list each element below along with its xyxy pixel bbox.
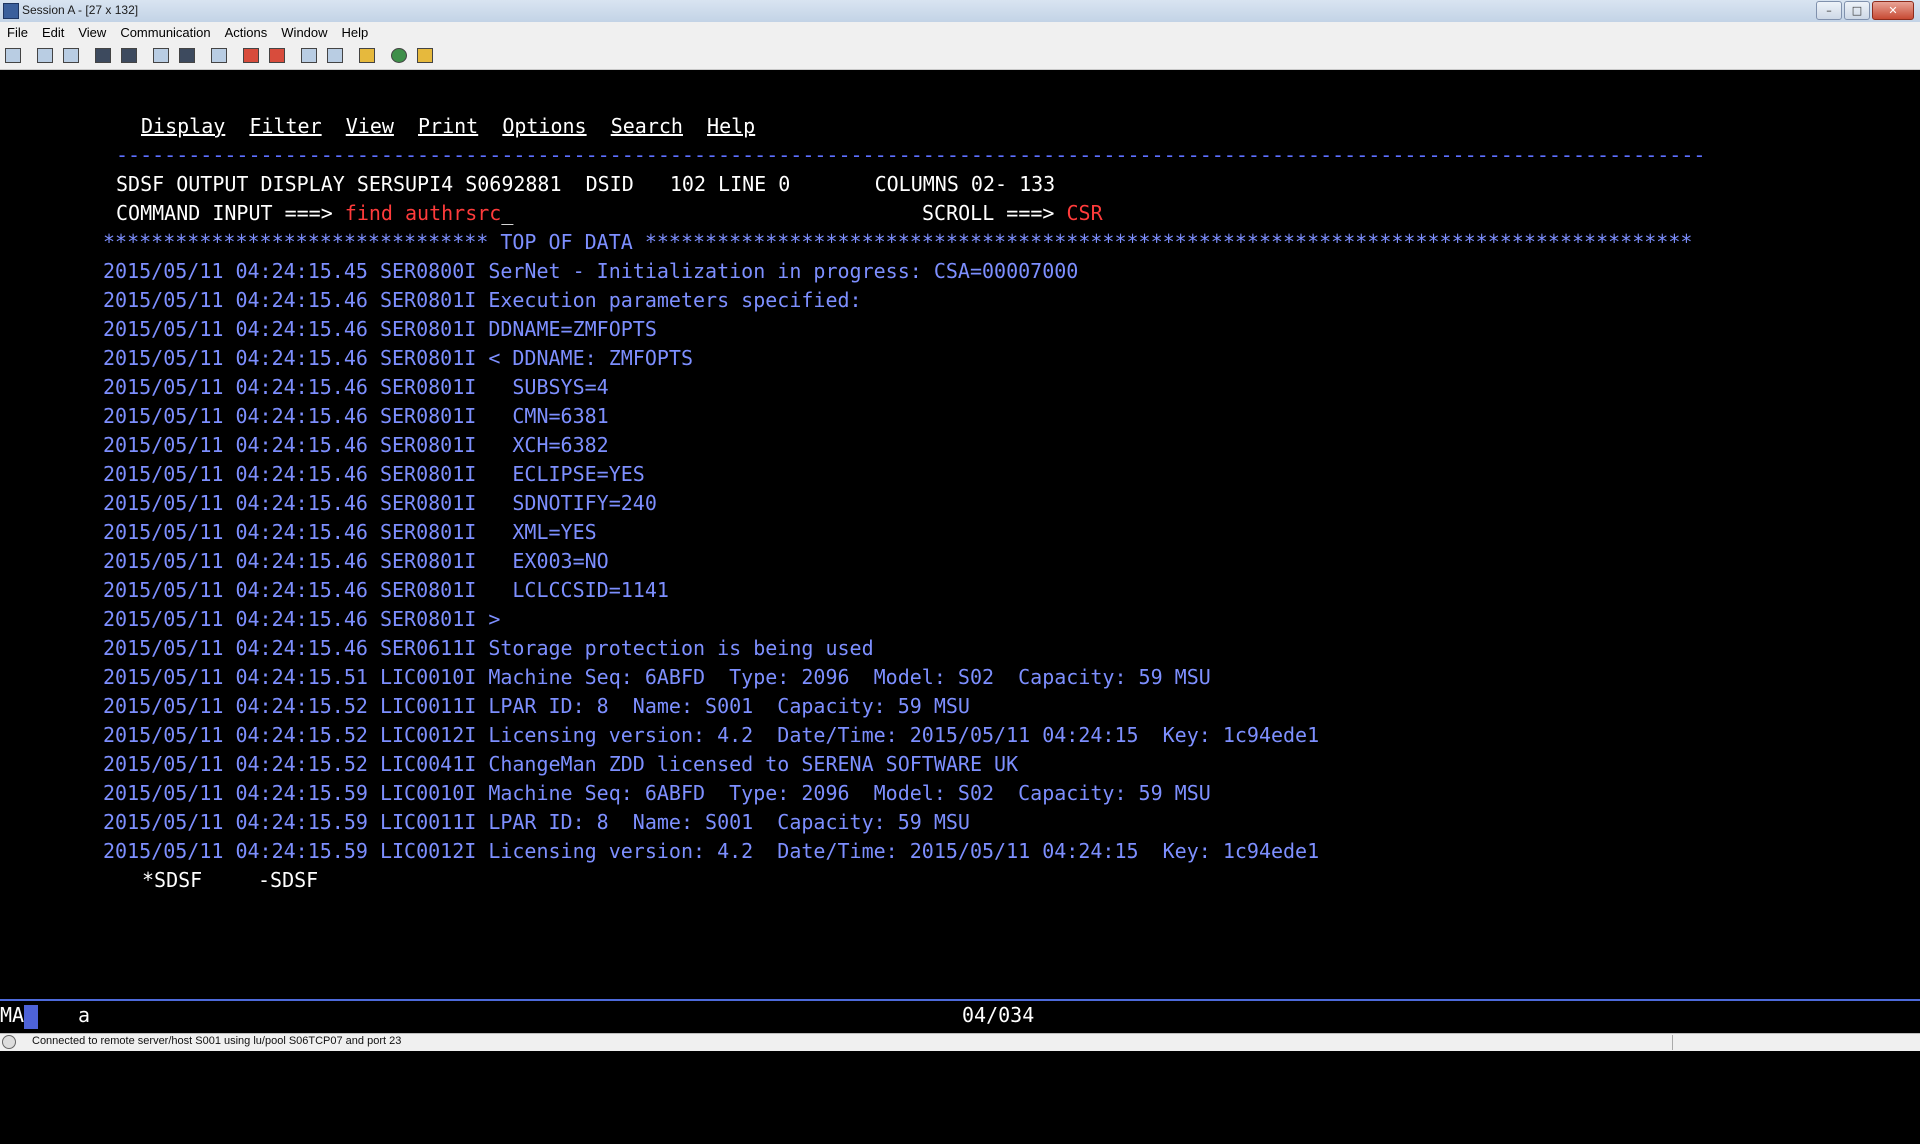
action-display[interactable]: Display xyxy=(141,114,225,138)
toolbar xyxy=(0,42,1920,70)
paste-icon xyxy=(63,48,79,63)
menu-actions[interactable]: Actions xyxy=(218,25,275,40)
command-input[interactable]: find authrsrc xyxy=(345,201,502,225)
title-bar: Session A - [27 x 132] – □ ✕ xyxy=(0,0,1920,23)
macro-play-button[interactable] xyxy=(240,45,262,67)
oia-field: a xyxy=(78,1003,91,1027)
oia-cursor-block xyxy=(24,1005,38,1029)
menu-communication[interactable]: Communication xyxy=(113,25,217,40)
log-line: 2015/05/11 04:24:15.46 SER0801I < DDNAME… xyxy=(103,346,694,370)
action-print[interactable]: Print xyxy=(418,114,478,138)
action-filter[interactable]: Filter xyxy=(249,114,321,138)
clipboard-button[interactable] xyxy=(356,45,378,67)
menu-edit[interactable]: Edit xyxy=(35,25,71,40)
action-options[interactable]: Options xyxy=(502,114,586,138)
window-controls: – □ ✕ xyxy=(1816,1,1914,20)
command-line: COMMAND INPUT ===> find authrsrc_ xyxy=(116,199,513,228)
terminal-screen[interactable]: Display Filter View Print Options Search… xyxy=(0,71,1920,999)
oia-indicator: MA xyxy=(0,1003,25,1027)
receive-button[interactable] xyxy=(118,45,140,67)
display-icon xyxy=(153,48,169,63)
action-help[interactable]: Help xyxy=(707,114,755,138)
log-line: 2015/05/11 04:24:15.46 SER0801I Executio… xyxy=(103,288,862,312)
log-line: 2015/05/11 04:24:15.46 SER0801I SDNOTIFY… xyxy=(103,491,657,515)
transfer-send-button[interactable] xyxy=(298,45,320,67)
paste-button[interactable] xyxy=(60,45,82,67)
menu-view[interactable]: View xyxy=(71,25,113,40)
transfer-receive-icon xyxy=(327,48,343,63)
log-line: 2015/05/11 04:24:15.46 SER0801I SUBSYS=4 xyxy=(103,375,609,399)
transfer-receive-button[interactable] xyxy=(324,45,346,67)
minimize-button[interactable]: – xyxy=(1816,1,1842,20)
separator-line: ----------------------------------------… xyxy=(116,143,1706,167)
cursor-marker: _ xyxy=(501,201,514,225)
scroll-field: SCROLL ===> CSR xyxy=(922,199,1103,228)
log-line: 2015/05/11 04:24:15.46 SER0801I DDNAME=Z… xyxy=(103,317,657,341)
log-line: 2015/05/11 04:24:15.46 SER0801I > xyxy=(103,607,501,631)
log-line: 2015/05/11 04:24:15.46 SER0801I XML=YES xyxy=(103,520,597,544)
keypad-button[interactable] xyxy=(176,45,198,67)
clipboard-icon xyxy=(359,48,375,63)
log-line: 2015/05/11 04:24:15.46 SER0611I Storage … xyxy=(103,636,874,660)
log-line: 2015/05/11 04:24:15.46 SER0801I ECLIPSE=… xyxy=(103,462,645,486)
log-line: 2015/05/11 04:24:15.52 LIC0011I LPAR ID:… xyxy=(103,694,970,718)
scroll-input[interactable]: CSR xyxy=(1067,201,1103,225)
command-label: COMMAND INPUT ===> xyxy=(116,201,345,225)
log-line: 2015/05/11 04:24:15.59 LIC0011I LPAR ID:… xyxy=(103,810,970,834)
record-icon xyxy=(211,48,227,63)
sdsf-tab-active[interactable]: *SDSF xyxy=(142,866,202,895)
macro-stop-button[interactable] xyxy=(266,45,288,67)
operator-info-area: MA a 04/034 xyxy=(0,1001,1920,1033)
menu-help[interactable]: Help xyxy=(335,25,376,40)
log-line: 2015/05/11 04:24:15.51 LIC0010I Machine … xyxy=(103,665,1211,689)
cursor-position: 04/034 xyxy=(962,1003,1035,1027)
print-screen-button[interactable] xyxy=(2,45,24,67)
log-line: 2015/05/11 04:24:15.46 SER0801I XCH=6382 xyxy=(103,433,609,457)
log-line: 2015/05/11 04:24:15.45 SER0800I SerNet -… xyxy=(103,259,1079,283)
log-line: 2015/05/11 04:24:15.52 LIC0012I Licensin… xyxy=(103,723,1320,747)
log-line: 2015/05/11 04:24:15.59 LIC0010I Machine … xyxy=(103,781,1211,805)
status-divider xyxy=(1672,1035,1673,1050)
status-bar: Connected to remote server/host S001 usi… xyxy=(0,1033,1920,1051)
send-icon xyxy=(95,48,111,63)
send-button[interactable] xyxy=(92,45,114,67)
top-of-data: ******************************** TOP OF … xyxy=(103,230,1693,254)
status-text: Connected to remote server/host S001 usi… xyxy=(32,1035,402,1047)
emulator-window: Session A - [27 x 132] – □ ✕ File Edit V… xyxy=(0,0,1920,1051)
log-line: 2015/05/11 04:24:15.46 SER0801I LCLCCSID… xyxy=(103,578,669,602)
transfer-send-icon xyxy=(301,48,317,63)
copy-button[interactable] xyxy=(34,45,56,67)
receive-icon xyxy=(121,48,137,63)
action-search[interactable]: Search xyxy=(611,114,683,138)
sdsf-tab[interactable]: -SDSF xyxy=(258,866,318,895)
connection-icon xyxy=(2,1035,16,1049)
help-button[interactable] xyxy=(414,45,436,67)
window-title: Session A - [27 x 132] xyxy=(22,3,139,17)
close-button[interactable]: ✕ xyxy=(1872,1,1914,20)
log-line: 2015/05/11 04:24:15.46 SER0801I EX003=NO xyxy=(103,549,609,573)
display-button[interactable] xyxy=(150,45,172,67)
print-screen-icon xyxy=(5,48,21,63)
session-icon xyxy=(3,3,19,19)
log-line: 2015/05/11 04:24:15.59 LIC0012I Licensin… xyxy=(103,839,1320,863)
copy-icon xyxy=(37,48,53,63)
action-bar: Display Filter View Print Options Search… xyxy=(141,112,755,141)
globe-icon xyxy=(391,48,407,63)
scroll-label: SCROLL ===> xyxy=(922,201,1067,225)
keypad-icon xyxy=(179,48,195,63)
sdsf-header: SDSF OUTPUT DISPLAY SERSUPI4 S0692881 DS… xyxy=(116,172,1056,196)
macro-play-icon xyxy=(243,48,259,63)
log-line: 2015/05/11 04:24:15.46 SER0801I CMN=6381 xyxy=(103,404,609,428)
menu-file[interactable]: File xyxy=(0,25,35,40)
globe-button[interactable] xyxy=(388,45,410,67)
record-button[interactable] xyxy=(208,45,230,67)
menu-bar: File Edit View Communication Actions Win… xyxy=(0,22,1920,42)
menu-window[interactable]: Window xyxy=(274,25,334,40)
log-line: 2015/05/11 04:24:15.52 LIC0041I ChangeMa… xyxy=(103,752,1019,776)
action-view[interactable]: View xyxy=(346,114,394,138)
maximize-button[interactable]: □ xyxy=(1844,1,1870,20)
macro-stop-icon xyxy=(269,48,285,63)
help-icon xyxy=(417,48,433,63)
